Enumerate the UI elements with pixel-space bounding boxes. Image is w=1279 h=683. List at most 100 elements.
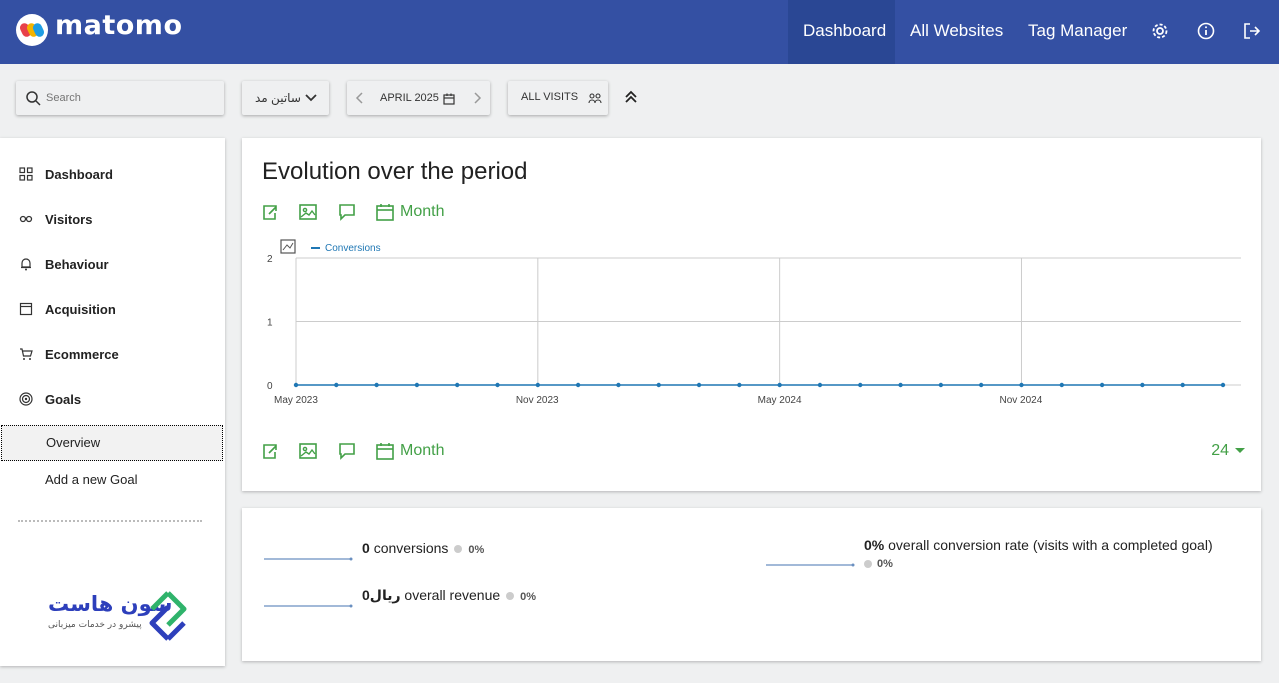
data-point — [898, 382, 903, 388]
data-point — [575, 382, 581, 388]
next-period-icon[interactable] — [472, 91, 482, 105]
matomo-logo-icon[interactable] — [16, 14, 48, 46]
target-icon — [19, 392, 33, 406]
collapse-icon[interactable] — [622, 88, 640, 106]
company-logo-icon — [149, 591, 187, 641]
image-icon[interactable] — [298, 202, 318, 222]
search-box[interactable] — [16, 81, 224, 115]
sidebar-item-behaviour[interactable]: Behaviour — [0, 250, 225, 280]
y-tick-label: 0 — [267, 381, 273, 392]
metric-change: 0% — [520, 591, 537, 603]
metric-rate-change: 0% — [864, 558, 893, 570]
sidebar-item-visitors[interactable]: Visitors — [0, 205, 225, 235]
sidebar-subitem-label: Overview — [46, 435, 101, 450]
visitors-icon — [19, 215, 33, 223]
period-selector[interactable]: APRIL 2025 — [347, 81, 490, 115]
annotation-icon[interactable] — [337, 441, 357, 461]
info-icon[interactable] — [1196, 21, 1216, 41]
image-icon[interactable] — [298, 441, 318, 461]
sidebar-item-label: Visitors — [45, 212, 93, 227]
y-tick-label: 1 — [267, 318, 273, 329]
data-point — [334, 382, 339, 388]
sparkline-rate[interactable] — [766, 558, 856, 572]
data-point — [616, 382, 621, 388]
calendar-icon — [443, 93, 455, 105]
period-toggle[interactable]: Month — [400, 442, 444, 460]
acquisition-icon — [19, 302, 33, 316]
cart-icon — [20, 348, 33, 360]
x-tick-label: May 2023 — [274, 395, 318, 406]
dot-icon — [864, 560, 872, 569]
top-bar: matomo Dashboard All Websites Tag Manage… — [0, 0, 1279, 64]
metric-revenue: 0ریال overall revenue 0% — [362, 587, 536, 604]
data-point — [1059, 382, 1064, 388]
gear-icon[interactable] — [1150, 21, 1170, 41]
sidebar-subitem-add-goal[interactable]: Add a new Goal — [1, 463, 223, 499]
nav-all-websites[interactable]: All Websites — [895, 0, 1018, 64]
search-icon — [26, 91, 41, 106]
sidebar: Dashboard Visitors Behaviour Acquisition… — [0, 138, 225, 666]
search-input[interactable] — [46, 89, 216, 107]
nav-dashboard[interactable]: Dashboard — [788, 0, 895, 64]
limit-selector[interactable]: 24 — [1211, 442, 1245, 460]
calendar-icon[interactable] — [375, 202, 395, 222]
evolution-title: Evolution over the period — [262, 158, 528, 185]
metric-value: 0% — [864, 537, 885, 553]
data-point — [1019, 382, 1024, 388]
data-point — [293, 382, 299, 388]
sidebar-subitem-label: Add a new Goal — [45, 472, 138, 487]
calendar-icon[interactable] — [375, 441, 395, 461]
data-point — [1180, 382, 1185, 388]
data-point — [455, 382, 460, 388]
metric-conversion-rate: 0% overall conversion rate (visits with … — [864, 537, 1213, 553]
bell-icon — [21, 258, 31, 271]
evolution-chart: 0 1 2 May 2023 Nov 2023 May 2024 Nov 2024 Conve… — [267, 239, 1241, 406]
metric-change: 0% — [468, 544, 485, 556]
brand-name[interactable]: matomo — [55, 10, 183, 41]
segment-icon — [588, 93, 602, 104]
data-point — [696, 382, 702, 388]
nav-tag-manager[interactable]: Tag Manager — [1013, 0, 1142, 64]
x-tick-label: Nov 2023 — [516, 395, 559, 406]
segment-label: ALL VISITS — [521, 91, 579, 103]
data-point — [978, 382, 984, 388]
sidebar-item-acquisition[interactable]: Acquisition — [0, 295, 225, 325]
y-tick-label: 2 — [267, 254, 273, 265]
limit-value: 24 — [1211, 442, 1229, 459]
sidebar-item-dashboard[interactable]: Dashboard — [0, 160, 225, 190]
sidebar-item-ecommerce[interactable]: Ecommerce — [0, 340, 225, 370]
data-point — [495, 382, 500, 388]
sidebar-subitem-overview[interactable]: Overview — [1, 425, 223, 461]
sidebar-item-label: Ecommerce — [45, 347, 119, 362]
metric-label: overall conversion rate (visits with a c… — [888, 537, 1213, 553]
x-tick-label: May 2024 — [758, 395, 802, 406]
annotation-icon[interactable] — [337, 202, 357, 222]
sidebar-separator — [18, 520, 202, 522]
chart-type-icon-line — [282, 242, 294, 251]
data-point — [414, 382, 420, 388]
data-point — [938, 382, 944, 388]
sparkline-conversions[interactable] — [264, 552, 354, 566]
metric-label: conversions — [373, 540, 449, 556]
evolution-card: Evolution over the period Month 0 1 2 May 2… — [242, 138, 1261, 491]
previous-period-icon[interactable] — [355, 91, 365, 105]
data-point — [817, 382, 823, 388]
sidebar-item-goals[interactable]: Goals — [0, 385, 225, 415]
site-selector[interactable]: ساتین مد — [242, 81, 329, 115]
data-point — [1099, 382, 1105, 388]
company-logo[interactable]: سون هاست پیشرو در خدمات میزبانی — [44, 586, 194, 646]
sparkline-revenue[interactable] — [264, 599, 354, 613]
sidebar-item-label: Goals — [45, 392, 82, 407]
data-point — [656, 382, 661, 388]
legend-entry: Conversions — [325, 243, 381, 254]
data-point — [1220, 382, 1226, 388]
period-toggle[interactable]: Month — [400, 203, 444, 221]
logout-icon[interactable] — [1242, 21, 1262, 41]
site-name: ساتین مد — [255, 91, 301, 105]
data-point — [1140, 382, 1145, 388]
metric-value: 0ریال — [362, 587, 401, 603]
export-icon[interactable] — [260, 202, 280, 222]
export-icon[interactable] — [260, 441, 280, 461]
segment-selector[interactable]: ALL VISITS — [508, 81, 608, 115]
metric-value: 0 — [362, 540, 370, 556]
